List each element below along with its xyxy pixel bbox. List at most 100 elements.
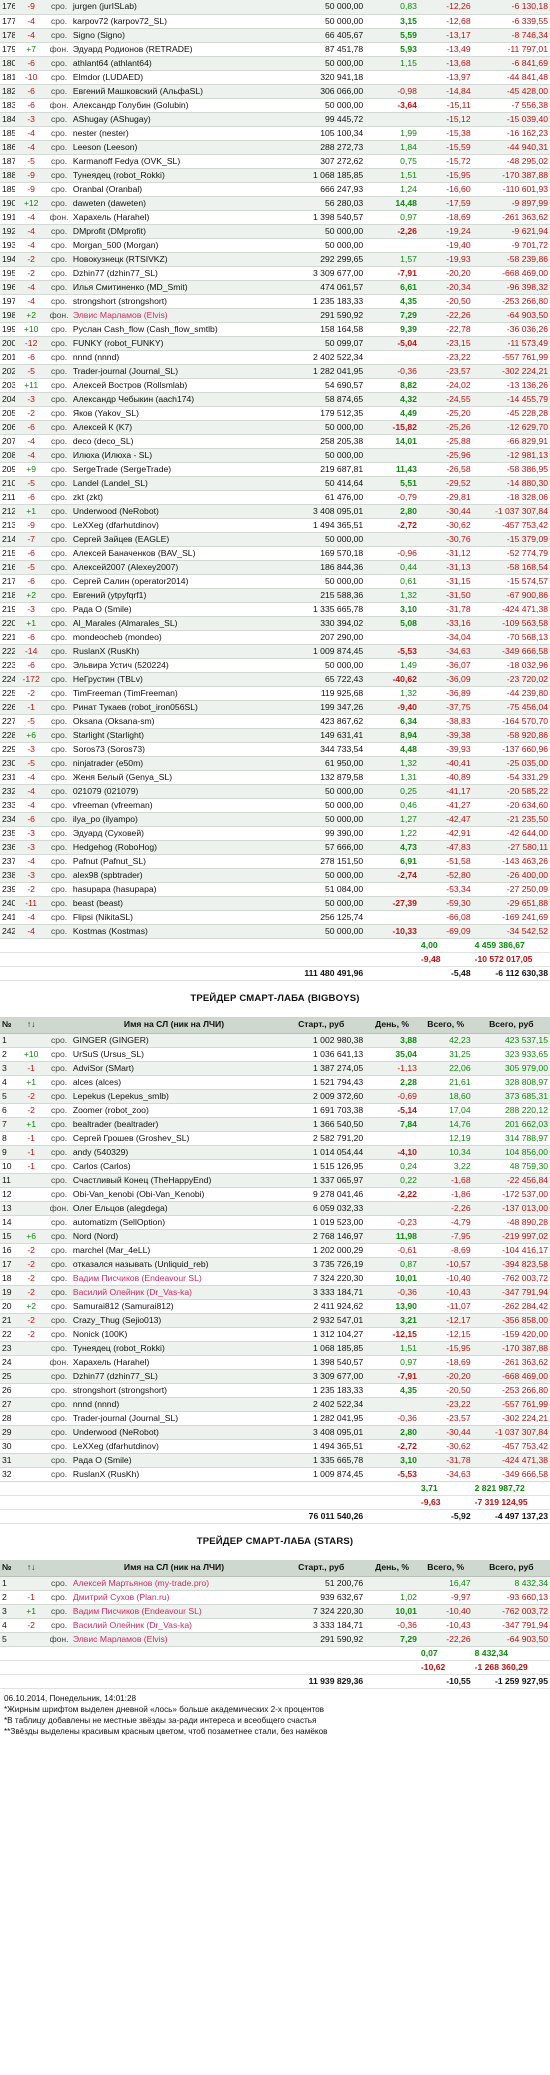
- row-name[interactable]: AShugay (AShugay): [70, 112, 278, 127]
- row-name[interactable]: Рада О (Smile): [70, 602, 278, 617]
- row-name[interactable]: Сергей Зайцев (EAGLE): [70, 532, 278, 547]
- row-name[interactable]: Алексей2007 (Alexey2007): [70, 560, 278, 575]
- row-name[interactable]: Flipsi (NikitaSL): [70, 910, 278, 925]
- row-name[interactable]: Trader-journal (Journal_SL): [70, 364, 278, 379]
- row-name[interactable]: Pafnut (Pafnut_SL): [70, 854, 278, 869]
- row-name[interactable]: Starlight (Starlight): [70, 728, 278, 743]
- row-name[interactable]: Яков (Yakov_SL): [70, 406, 278, 421]
- row-name[interactable]: Олег Ельцов (alegdega): [70, 1201, 278, 1216]
- row-name[interactable]: LeXXeg (dfarhutdinov): [70, 1439, 278, 1454]
- row-name[interactable]: Сергей Грошев (Groshev_SL): [70, 1131, 278, 1146]
- row-name[interactable]: strongshort (strongshort): [70, 294, 278, 309]
- row-name[interactable]: Руслан Cash_flow (Cash_flow_smtlb): [70, 322, 278, 337]
- row-name[interactable]: Вадим Писчиков (Endeavour SL): [70, 1271, 278, 1286]
- row-name[interactable]: zkt (zkt): [70, 490, 278, 505]
- row-name[interactable]: Элвис Марламов (Elvis): [70, 308, 278, 323]
- row-name[interactable]: vfreeman (vfreeman): [70, 798, 278, 813]
- row-name[interactable]: RuslanX (RusKh): [70, 1467, 278, 1482]
- row-name[interactable]: Crazy_Thug (Sejio013): [70, 1313, 278, 1328]
- row-name[interactable]: 021079 (021079): [70, 784, 278, 799]
- row-name[interactable]: Алексей Востров (Rollsmlab): [70, 378, 278, 393]
- row-name[interactable]: Trader-journal (Journal_SL): [70, 1411, 278, 1426]
- row-name[interactable]: Zoomer (robot_zoo): [70, 1103, 278, 1118]
- row-name[interactable]: Al_Marales (Almarales_SL): [70, 616, 278, 631]
- row-name[interactable]: FUNKY (robot_FUNKY): [70, 336, 278, 351]
- row-name[interactable]: DMprofit (DMprofit): [70, 224, 278, 239]
- row-name[interactable]: Samurai812 (Samurai812): [70, 1299, 278, 1314]
- row-name[interactable]: mondeocheb (mondeo): [70, 630, 278, 645]
- row-name[interactable]: Nonick (100K): [70, 1327, 278, 1342]
- row-name[interactable]: Дмитрий Сухов (Plan.ru): [70, 1590, 278, 1605]
- row-name[interactable]: Underwood (NeRobot): [70, 504, 278, 519]
- row-name[interactable]: bealtrader (bealtrader): [70, 1117, 278, 1132]
- row-name[interactable]: Karmanoff Fedya (OVK_SL): [70, 154, 278, 169]
- row-name[interactable]: НеГрустин (TBLv): [70, 672, 278, 687]
- row-name[interactable]: Leeson (Leeson): [70, 140, 278, 155]
- row-name[interactable]: Obi-Van_kenobi (Obi-Van_Kenobi): [70, 1187, 278, 1202]
- row-name[interactable]: Эльвира Устич (520224): [70, 658, 278, 673]
- row-name[interactable]: nester (nester): [70, 126, 278, 141]
- row-name[interactable]: Алексей Мартьянов (my-trade.pro): [70, 1576, 278, 1591]
- row-name[interactable]: Эдуард (Суховей): [70, 826, 278, 841]
- row-name[interactable]: Сергей Салин (operator2014): [70, 574, 278, 589]
- row-name[interactable]: AdviSor (SMart): [70, 1061, 278, 1076]
- row-name[interactable]: Вадим Писчиков (Endeavour SL): [70, 1604, 278, 1619]
- row-name[interactable]: Lepekus (Lepekus_smlb): [70, 1089, 278, 1104]
- row-name[interactable]: strongshort (strongshort): [70, 1383, 278, 1398]
- row-name[interactable]: Morgan_500 (Morgan): [70, 238, 278, 253]
- row-name[interactable]: TimFreeman (TimFreeman): [70, 686, 278, 701]
- row-name[interactable]: deco (deco_SL): [70, 434, 278, 449]
- row-name[interactable]: alex98 (spbtrader): [70, 868, 278, 883]
- row-name[interactable]: Василий Олейник (Dr_Vas-ka): [70, 1618, 278, 1633]
- row-name[interactable]: Алексей Баначенков (BAV_SL): [70, 546, 278, 561]
- row-name[interactable]: Elmdor (LUDAED): [70, 70, 278, 85]
- row-name[interactable]: karpov72 (karpov72_SL): [70, 14, 278, 29]
- row-name[interactable]: RuslanX (RusKh): [70, 644, 278, 659]
- row-name[interactable]: Oksana (Oksana-sm): [70, 714, 278, 729]
- row-name[interactable]: Евгений (ytpyfqrf1): [70, 588, 278, 603]
- row-name[interactable]: Евгений Машковский (АльфаSL): [70, 84, 278, 99]
- row-name[interactable]: Харахель (Harahel): [70, 210, 278, 225]
- row-name[interactable]: Женя Белый (Genya_SL): [70, 770, 278, 785]
- row-name[interactable]: Dzhin77 (dzhin77_SL): [70, 1369, 278, 1384]
- row-name[interactable]: Счастливый Конец (TheHappyEnd): [70, 1173, 278, 1188]
- row-name[interactable]: hasupapa (hasupapa): [70, 882, 278, 897]
- row-name[interactable]: Алексей К (K7): [70, 420, 278, 435]
- row-name[interactable]: alces (alces): [70, 1075, 278, 1090]
- row-name[interactable]: Тунеядец (robot_Rokki): [70, 1341, 278, 1356]
- row-name[interactable]: daweten (daweten): [70, 196, 278, 211]
- row-name[interactable]: отказался называть (Unliquid_reb): [70, 1257, 278, 1272]
- row-name[interactable]: Илюха (Илюха - SL): [70, 448, 278, 463]
- row-name[interactable]: Carlos (Carlos): [70, 1159, 278, 1174]
- row-name[interactable]: Landel (Landel_SL): [70, 476, 278, 491]
- row-name[interactable]: Эдуард Родионов (RETRADE): [70, 42, 278, 57]
- row-name[interactable]: Oranbal (Oranbal): [70, 182, 278, 197]
- row-name[interactable]: Новокузнецк (RTSIVKZ): [70, 252, 278, 267]
- row-name[interactable]: Элвис Марламов (Elvis): [70, 1632, 278, 1647]
- row-name[interactable]: automatizm (SellOption): [70, 1215, 278, 1230]
- row-name[interactable]: jurgen (jurISLab): [70, 0, 278, 15]
- row-name[interactable]: ilya_po (ilyampo): [70, 812, 278, 827]
- row-name[interactable]: GINGER (GINGER): [70, 1033, 278, 1048]
- row-name[interactable]: Hedgehog (RoboHog): [70, 840, 278, 855]
- row-name[interactable]: Василий Олейник (Dr_Vas-ka): [70, 1285, 278, 1300]
- row-name[interactable]: LeXXeg (dfarhutdinov): [70, 518, 278, 533]
- row-name[interactable]: Nord (Nord): [70, 1229, 278, 1244]
- row-name[interactable]: andy (540329): [70, 1145, 278, 1160]
- row-name[interactable]: nnnd (nnnd): [70, 350, 278, 365]
- row-name[interactable]: Underwood (NeRobot): [70, 1425, 278, 1440]
- row-name[interactable]: Харахель (Harahel): [70, 1355, 278, 1370]
- row-name[interactable]: SergeTrade (SergeTrade): [70, 462, 278, 477]
- row-name[interactable]: Тунеядец (robot_Rokki): [70, 168, 278, 183]
- row-name[interactable]: Александр Голубин (Golubin): [70, 98, 278, 113]
- row-name[interactable]: beast (beast): [70, 896, 278, 911]
- row-name[interactable]: Илья Смитиненко (MD_Smit): [70, 280, 278, 295]
- row-name[interactable]: Kostmas (Kostmas): [70, 924, 278, 939]
- row-name[interactable]: Dzhin77 (dzhin77_SL): [70, 266, 278, 281]
- row-name[interactable]: Soros73 (Soros73): [70, 742, 278, 757]
- row-name[interactable]: Александр Чебыкин (aach174): [70, 392, 278, 407]
- row-name[interactable]: Ринат Тукаев (robot_iron056SL): [70, 700, 278, 715]
- row-name[interactable]: UrSuS (Ursus_SL): [70, 1047, 278, 1062]
- row-name[interactable]: athlant64 (athlant64): [70, 56, 278, 71]
- row-name[interactable]: ninjatrader (e50m): [70, 756, 278, 771]
